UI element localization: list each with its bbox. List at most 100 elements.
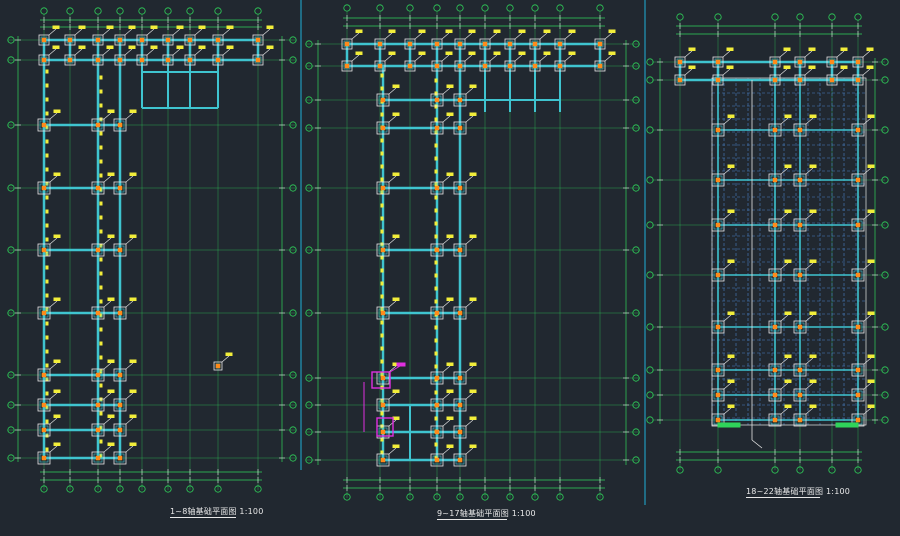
annotation-mark [434, 221, 438, 226]
annotation-mark [99, 201, 103, 206]
column-marker [772, 367, 778, 373]
leader-line [465, 237, 474, 245]
annotation-mark [380, 73, 384, 78]
annotation-mark [380, 281, 384, 286]
annotation-mark [380, 450, 384, 455]
leader-line [125, 237, 134, 245]
leader-line [388, 115, 397, 123]
plan-title-2: 9~17轴基础平面图 1:100 [437, 509, 536, 518]
annotation-mark [434, 260, 438, 265]
column-marker [95, 402, 101, 408]
column-marker [772, 177, 778, 183]
axis-bubble-top [343, 4, 351, 12]
annotation-mark [99, 257, 103, 262]
column-marker [772, 392, 778, 398]
footing-label-mark [784, 311, 792, 315]
leader-line [442, 115, 451, 123]
leader-line [124, 28, 133, 36]
leader-line [388, 237, 397, 245]
column-marker [215, 37, 221, 43]
column-marker [457, 310, 463, 316]
footing-label-mark [727, 114, 735, 118]
annotation-mark [99, 131, 103, 136]
annotation-mark [45, 153, 49, 158]
footing-label-mark [129, 389, 137, 393]
footing-label-mark [129, 414, 137, 418]
column-marker [41, 185, 47, 191]
leader-line [684, 50, 693, 58]
axis-bubble-top [481, 4, 489, 12]
footing-label-mark [53, 359, 61, 363]
footing-label-mark [808, 47, 816, 51]
column-marker [95, 372, 101, 378]
annotation-mark [434, 130, 438, 135]
footing-label-mark [568, 29, 576, 33]
leader-line [222, 28, 231, 36]
cad-drawing-canvas[interactable] [0, 0, 900, 536]
footing-label-mark [392, 234, 400, 238]
annotation-mark [434, 273, 438, 278]
annotation-mark [45, 237, 49, 242]
revision-mark [396, 362, 406, 367]
footing-label-mark [392, 172, 400, 176]
leader-line [102, 48, 111, 56]
axis-bubble-top [376, 4, 384, 12]
column-marker [797, 222, 803, 228]
column-marker [855, 177, 861, 183]
leader-line [489, 54, 498, 62]
leader-line [780, 357, 789, 365]
column-marker [377, 41, 383, 47]
column-marker [797, 177, 803, 183]
column-marker [377, 63, 383, 69]
footing-label-mark [355, 29, 363, 33]
foundation-plan-axes-9-17[interactable] [305, 4, 640, 501]
footing-label-mark [727, 259, 735, 263]
annotation-mark [99, 215, 103, 220]
leader-line [125, 300, 134, 308]
footing-label-mark [78, 25, 86, 29]
leader-line [863, 117, 872, 125]
footing-label-mark [78, 45, 86, 49]
foundation-plan-axes-1-8[interactable] [7, 7, 297, 493]
leader-line [441, 32, 450, 40]
annotation-mark [434, 182, 438, 187]
annotation-mark [434, 234, 438, 239]
leader-line [103, 237, 112, 245]
annotation-mark [45, 265, 49, 270]
annotation-mark [45, 69, 49, 74]
annotation-mark [434, 442, 438, 447]
column-marker [715, 77, 721, 83]
footing-label-mark [867, 379, 875, 383]
leader-line [103, 300, 112, 308]
column-marker [715, 417, 721, 423]
leader-line [146, 48, 155, 56]
annotation-mark [434, 351, 438, 356]
footing-label-mark [446, 389, 454, 393]
column-marker [95, 185, 101, 191]
foundation-plan-axes-18-22[interactable] [646, 13, 889, 474]
column-marker [380, 97, 386, 103]
footing-label-mark [867, 259, 875, 263]
leader-line [146, 28, 155, 36]
footing-label-mark [469, 172, 477, 176]
column-marker [117, 185, 123, 191]
footing-label-mark [107, 359, 115, 363]
column-marker [41, 122, 47, 128]
column-marker [67, 57, 73, 63]
footing-label-mark [418, 51, 426, 55]
footing-label-mark [469, 112, 477, 116]
footing-label-mark [107, 442, 115, 446]
leader-line [465, 87, 474, 95]
column-marker [772, 417, 778, 423]
column-marker [715, 272, 721, 278]
footing-label-mark [266, 25, 274, 29]
annotation-mark [45, 97, 49, 102]
footing-label-mark [809, 404, 817, 408]
leader-line [862, 68, 871, 76]
leader-line [49, 445, 58, 453]
column-marker [457, 185, 463, 191]
leader-line [779, 68, 788, 76]
column-marker [380, 429, 386, 435]
axis-bubble-top [714, 13, 722, 21]
annotation-mark [99, 425, 103, 430]
